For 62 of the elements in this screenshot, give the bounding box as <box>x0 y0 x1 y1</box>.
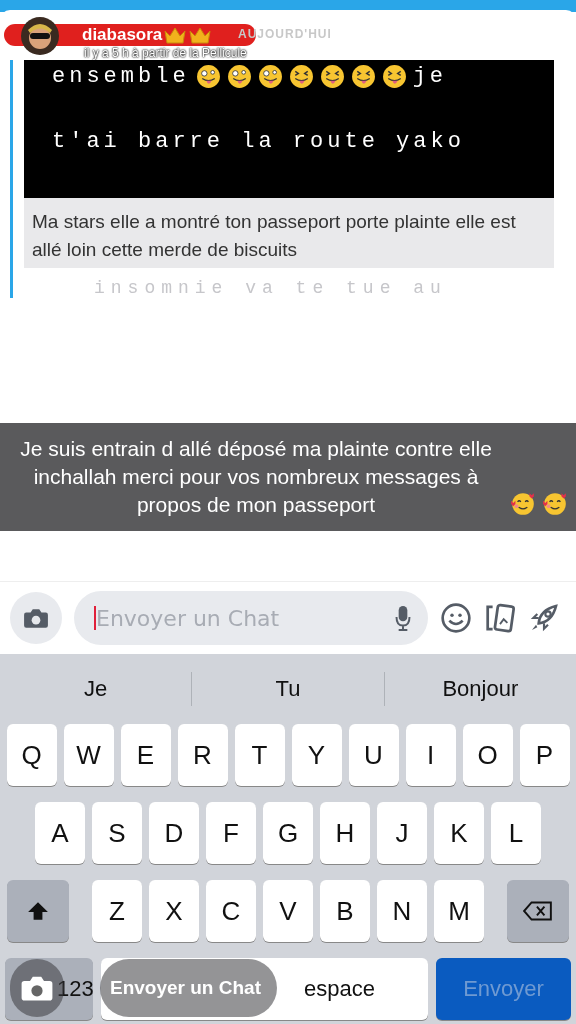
tongue-face-icon <box>319 64 345 89</box>
letter-key[interactable]: Z <box>92 880 142 942</box>
camera-icon <box>23 607 49 629</box>
letter-key[interactable]: W <box>63 724 114 786</box>
backspace-icon <box>523 900 553 922</box>
smiling-face-hearts-icon <box>510 491 536 517</box>
tongue-face-icon <box>195 64 221 89</box>
letter-key[interactable]: D <box>149 802 199 864</box>
letter-key[interactable]: G <box>263 802 313 864</box>
letter-key[interactable]: U <box>348 724 399 786</box>
letter-key[interactable]: B <box>320 880 370 942</box>
camera-icon <box>20 974 54 1002</box>
avatar-icon <box>20 14 60 58</box>
letter-key[interactable]: O <box>462 724 513 786</box>
cards-icon[interactable] <box>484 602 516 634</box>
suggestion[interactable]: Tu <box>192 675 384 703</box>
letter-key[interactable]: C <box>206 880 256 942</box>
snap-caption: Ma stars elle a montré ton passeport porte plainte elle est allé loin cette merde de biscuits <box>24 198 554 268</box>
letter-key[interactable]: X <box>149 880 199 942</box>
tongue-face-icon <box>381 64 407 89</box>
chat-input-field[interactable]: Envoyer un Chat <box>74 591 428 645</box>
shift-key[interactable] <box>7 880 69 942</box>
letter-key[interactable]: Y <box>291 724 342 786</box>
letter-key[interactable]: M <box>434 880 484 942</box>
letter-key[interactable]: F <box>206 802 256 864</box>
username[interactable]: diabasora <box>82 25 163 45</box>
snap-text: t'ai barre la route yako <box>52 129 465 154</box>
letter-key[interactable]: T <box>234 724 285 786</box>
shift-arrow-icon <box>27 900 49 922</box>
letter-key[interactable]: K <box>434 802 484 864</box>
letter-key[interactable]: L <box>491 802 541 864</box>
faint-overlay-text: insomnie va te tue au <box>93 277 447 298</box>
crown-icon <box>163 25 188 45</box>
smiling-face-hearts-icon <box>542 491 568 517</box>
smiley-icon[interactable] <box>440 602 472 634</box>
letter-key[interactable]: H <box>320 802 370 864</box>
snap-text: ensemble <box>52 64 190 89</box>
letter-key[interactable]: V <box>263 880 313 942</box>
letter-key[interactable]: P <box>519 724 570 786</box>
letter-key[interactable]: N <box>377 880 427 942</box>
suggestion[interactable]: Je <box>0 675 192 703</box>
microphone-icon[interactable] <box>394 605 412 631</box>
letter-key[interactable]: J <box>377 802 427 864</box>
backspace-key[interactable] <box>507 880 569 942</box>
letter-key[interactable]: I <box>405 724 456 786</box>
tongue-face-icon <box>257 64 283 89</box>
tongue-face-icon <box>226 64 252 89</box>
letter-key[interactable]: S <box>92 802 142 864</box>
snap-text: je <box>412 64 448 89</box>
story-subtitle: il y a 5 h à partir de la Pellicule <box>84 46 247 60</box>
banner-text: Je suis entrain d allé déposé ma plainte contre elle inchallah merci pour vos nombreux messages à propos de mon passeport <box>19 436 493 518</box>
letter-key[interactable]: Q <box>6 724 57 786</box>
camera-button[interactable] <box>10 592 62 644</box>
crown-icon <box>188 25 213 45</box>
tongue-face-icon <box>288 64 314 89</box>
suggestion[interactable]: Bonjour <box>384 675 576 703</box>
chat-input[interactable]: Envoyer un Chat <box>96 605 394 631</box>
tongue-face-icon <box>350 64 376 89</box>
letter-key[interactable]: A <box>35 802 85 864</box>
letter-key[interactable]: E <box>120 724 171 786</box>
letter-key[interactable]: R <box>177 724 228 786</box>
rocket-icon[interactable] <box>528 602 560 634</box>
